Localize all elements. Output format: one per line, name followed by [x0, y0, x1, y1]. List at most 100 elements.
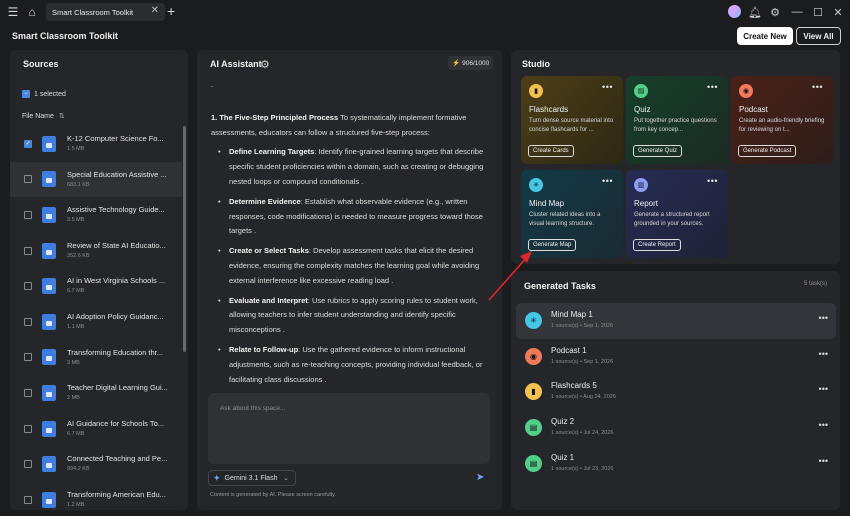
sort-icon[interactable]: ⇅ [59, 113, 65, 120]
bell-icon[interactable]: 🔔︎ [746, 4, 764, 20]
more-options-icon[interactable]: ••• [819, 384, 828, 394]
home-icon[interactable]: ⌂ [21, 1, 43, 23]
source-checkbox[interactable] [24, 388, 32, 397]
task-meta: 1 source(s) • Sep 1, 2026 [551, 323, 614, 329]
source-name: Review of State AI Educatio... [67, 240, 166, 250]
source-checkbox[interactable] [24, 246, 32, 255]
source-checkbox[interactable] [24, 282, 32, 291]
source-checkbox[interactable] [24, 460, 32, 469]
source-name: Teacher Digital Learning Gui... [67, 383, 168, 393]
more-options-icon[interactable]: ••• [819, 349, 828, 359]
card-title: Flashcards [529, 105, 569, 114]
response-dot: . [211, 80, 214, 89]
task-row[interactable]: ✳ Mind Map 1 1 source(s) • Sep 1, 2026 ••• [516, 303, 836, 339]
source-size: 3 MB [67, 359, 80, 366]
task-row[interactable]: ▮ Flashcards 5 1 source(s) • Aug 24, 2026 •… [516, 374, 836, 410]
source-row[interactable]: ✓ K-12 Computer Science Fo... 1.5 MB [10, 126, 182, 162]
more-options-icon[interactable]: ••• [707, 82, 718, 92]
task-name: Flashcards 5 [551, 381, 597, 391]
source-checkbox[interactable] [24, 353, 32, 362]
mind-map-action-button[interactable]: Generate Map [528, 239, 577, 251]
new-tab-icon[interactable]: + [167, 3, 175, 19]
source-name: Transforming Education thr... [67, 347, 164, 357]
quiz-icon: ▤ [634, 84, 648, 98]
minimize-icon[interactable]: — [788, 4, 806, 20]
task-row[interactable]: ▤ Quiz 2 1 source(s) • Jul 24, 2026 ••• [516, 410, 836, 446]
source-checkbox[interactable] [24, 210, 32, 219]
close-window-icon[interactable]: ✕ [829, 4, 847, 20]
source-row[interactable]: AI Adoption Policy Guidanc... 1.1 MB [10, 304, 182, 340]
more-options-icon[interactable]: ••• [819, 456, 828, 466]
more-options-icon[interactable]: ••• [602, 176, 613, 186]
source-size: 352.6 KB [67, 252, 90, 259]
chat-input-placeholder: Ask about this space... [220, 405, 286, 412]
avatar[interactable] [728, 5, 741, 18]
source-row[interactable]: AI in West Virginia Schools ... 6.7 MB [10, 268, 182, 304]
chat-input-box[interactable]: Ask about this space... [208, 393, 490, 464]
report-action-button[interactable]: Create Report [633, 239, 681, 251]
quota-value: 906/1000 [462, 59, 490, 67]
gemini-icon: ✦ [213, 472, 221, 483]
source-row[interactable]: Assistive Technology Guide... 3.5 MB [10, 197, 182, 233]
source-row[interactable]: AI Guidance for Schools To... 6.7 MB [10, 411, 182, 447]
studio-card-flashcards[interactable]: ▮ ••• Flashcards Turn dense source material… [521, 76, 623, 164]
more-options-icon[interactable]: ••• [812, 82, 823, 92]
step-heading: Create or Select Tasks [229, 246, 309, 256]
step-item: Relate to Follow-up: Use the gathered ev… [218, 343, 491, 387]
document-icon [42, 456, 56, 473]
step-item: Define Learning Targets: Identify fine-g… [218, 145, 491, 189]
source-row[interactable]: Special Education Assistive ... 683.1 KB [10, 161, 182, 198]
flashcards-action-button[interactable]: Create Cards [528, 145, 574, 157]
view-all-button[interactable]: View All [796, 27, 841, 45]
source-checkbox[interactable] [24, 424, 32, 433]
bolt-icon: ⚡ [452, 60, 461, 67]
model-selector[interactable]: ✦ Gemini 3.1 Flash ⌄ [208, 470, 296, 486]
task-name: Podcast 1 [551, 345, 587, 355]
task-row[interactable]: ◉ Podcast 1 1 source(s) • Sep 1, 2026 ••• [516, 339, 836, 375]
selected-count: 1 selected [34, 90, 66, 98]
lead-heading: 1. The Five-Step Principled Process [211, 112, 339, 122]
source-checkbox[interactable] [24, 495, 32, 504]
maximize-icon[interactable]: ☐ [809, 4, 827, 20]
studio-card-mind-map[interactable]: ✳ ••• Mind Map Cluster related ideas into a… [521, 170, 623, 258]
document-icon [42, 313, 56, 330]
source-name: AI Guidance for Schools To... [67, 418, 164, 428]
sources-scrollbar[interactable] [183, 126, 186, 352]
source-size: 3.5 MB [67, 217, 85, 224]
studio-card-quiz[interactable]: ▤ ••• Quiz Put together practice questions … [626, 76, 728, 164]
task-row[interactable]: ▤ Quiz 1 1 source(s) • Jul 23, 2026 ••• [516, 446, 836, 482]
task-meta: 1 source(s) • Aug 24, 2026 [551, 394, 616, 401]
more-options-icon[interactable]: ••• [707, 176, 718, 186]
studio-card-podcast[interactable]: ◉ ••• Podcast Create an audio-friendly brie… [731, 76, 833, 164]
source-row[interactable]: Teacher Digital Learning Gui... 2 MB [10, 375, 182, 411]
source-row[interactable]: Transforming Education thr... 3 MB [10, 340, 182, 376]
studio-card-report[interactable]: ▥ ••• Report Generate a structured report g… [626, 170, 728, 258]
step-item: Determine Evidence: Establish what obser… [218, 195, 491, 239]
podcast-action-button[interactable]: Generate Podcast [738, 145, 797, 157]
more-options-icon[interactable]: ••• [602, 82, 613, 92]
select-all-row[interactable]: − 1 selected [22, 90, 66, 98]
source-checkbox[interactable] [24, 175, 32, 184]
quiz-action-button[interactable]: Generate Quiz [633, 145, 683, 157]
close-tab-icon[interactable]: ✕ [151, 5, 159, 16]
more-options-icon[interactable]: ••• [819, 420, 828, 430]
step-heading: Determine Evidence [229, 196, 301, 206]
more-options-icon[interactable]: ••• [819, 313, 828, 323]
assistant-title: AI Assistant [210, 59, 262, 69]
select-all-checkbox[interactable]: − [22, 90, 30, 98]
browser-tab[interactable]: Smart Classroom Toolkit ✕ [46, 3, 165, 21]
source-row[interactable]: Connected Teaching and Pe... 994.2 KB [10, 446, 182, 482]
card-title: Podcast [739, 105, 768, 114]
source-size: 6.7 MB [67, 430, 85, 437]
gear-icon[interactable]: ⚙ [766, 4, 784, 20]
step-heading: Define Learning Targets [229, 147, 315, 157]
file-name-column-header[interactable]: File Name ⇅ [22, 112, 65, 120]
podcast-icon: ◉ [739, 84, 753, 98]
source-checkbox[interactable]: ✓ [24, 139, 32, 148]
send-icon[interactable]: ➤ [476, 472, 484, 483]
source-row[interactable]: Review of State AI Educatio... 352.6 KB [10, 233, 182, 269]
source-checkbox[interactable] [24, 317, 32, 326]
assistant-settings-icon[interactable]: ⚙ [260, 58, 270, 71]
source-row[interactable]: Transforming American Edu... 1.2 MB [10, 482, 182, 510]
create-new-button[interactable]: Create New [737, 27, 793, 45]
